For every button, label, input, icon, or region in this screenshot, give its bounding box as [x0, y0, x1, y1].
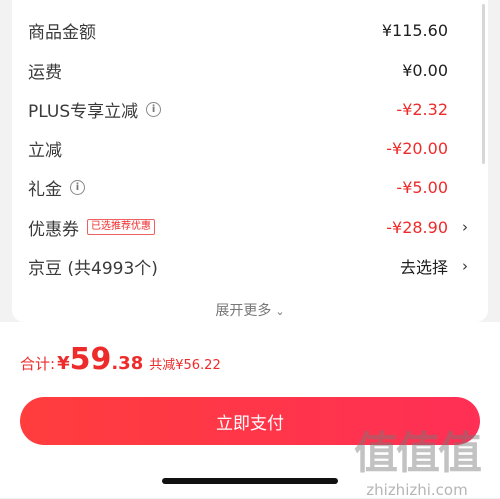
saved-amount: 共减¥56.22 — [149, 358, 221, 373]
total-label: 合计: — [20, 355, 56, 373]
chevron-right-icon[interactable]: › — [462, 218, 468, 236]
info-icon[interactable]: i — [146, 101, 162, 117]
chevron-right-icon[interactable]: › — [462, 257, 468, 275]
currency-symbol: ¥ — [57, 353, 70, 374]
coupon-tag: 已选推荐优惠 — [87, 219, 155, 235]
watermark: 值值值 zhizhizhi.com — [342, 417, 492, 499]
expand-more-button[interactable]: 展开更多 ⌄ — [12, 300, 488, 320]
row-value: -¥5.00 — [396, 177, 448, 197]
row-label: PLUS专享立减 — [28, 101, 139, 122]
home-indicator — [162, 478, 338, 484]
total-decimal: .38 — [111, 353, 144, 374]
row-label-wrap: 礼金 i — [28, 175, 85, 200]
row-value: -¥20.00 — [386, 138, 448, 158]
row-label-wrap: PLUS专享立减 i — [28, 97, 162, 122]
row-label: 京豆 (共4993个) — [28, 258, 158, 279]
row-shipping: 运费 ¥0.00 — [12, 50, 488, 90]
row-plus-discount: PLUS专享立减 i -¥2.32 — [12, 89, 488, 129]
row-value: ¥0.00 — [402, 60, 448, 80]
checkout-footer: 合计: ¥ 59 .38 共减¥56.22 立即支付 值值值 zhizhizhi… — [0, 322, 500, 499]
row-label: 优惠券 — [28, 219, 79, 240]
row-value: ¥115.60 — [381, 20, 448, 40]
row-label: 立减 — [28, 140, 62, 161]
chevron-down-icon: ⌄ — [275, 305, 285, 318]
expand-more-label: 展开更多 — [215, 303, 272, 319]
row-value: -¥2.32 — [396, 99, 448, 119]
total-integer: 59 — [69, 342, 112, 377]
row-gift-money: 礼金 i -¥5.00 — [12, 167, 488, 207]
row-jingdou[interactable]: 京豆 (共4993个) 去选择 › — [12, 246, 488, 286]
row-instant-discount: 立减 -¥20.00 — [12, 128, 488, 168]
row-coupon[interactable]: 优惠券 已选推荐优惠 -¥28.90 › — [12, 207, 488, 247]
watermark-url: zhizhizhi.com — [366, 481, 468, 499]
row-label: 礼金 — [28, 179, 62, 200]
total-price: 合计: ¥ 59 .38 共减¥56.22 — [20, 342, 221, 377]
order-summary-card: 商品金额 ¥115.60 运费 ¥0.00 PLUS专享立减 i -¥2.32 … — [12, 0, 488, 322]
info-icon[interactable]: i — [70, 179, 85, 195]
row-label: 运费 — [28, 62, 62, 83]
select-link[interactable]: 去选择 — [400, 254, 448, 278]
row-value: -¥28.90 — [386, 217, 448, 237]
row-label: 商品金额 — [28, 22, 96, 43]
watermark-logo: 值值值 — [354, 428, 482, 479]
row-goods-amount: 商品金额 ¥115.60 — [12, 10, 488, 50]
row-label-wrap: 优惠券 已选推荐优惠 — [28, 215, 155, 240]
